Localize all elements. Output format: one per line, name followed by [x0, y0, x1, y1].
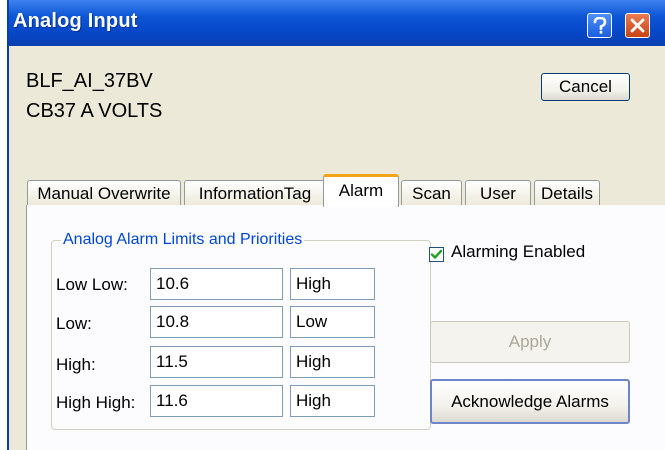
alarm-tab-panel: Analog Alarm Limits and Priorities Low L… [26, 205, 665, 450]
low-low-priority-field[interactable]: High [290, 268, 375, 300]
high-high-label: High High: [56, 393, 136, 412]
tab-alarm[interactable]: Alarm [323, 174, 399, 207]
tab-details[interactable]: Details [534, 180, 600, 206]
help-icon [593, 16, 606, 34]
window-title: Analog Input [13, 10, 138, 32]
cancel-button[interactable]: Cancel [541, 73, 630, 101]
record-name: BLF_AI_37BV [26, 70, 153, 92]
dialog-window: Analog Input BLF_AI_37BV CB37 A VOLTS Ca… [7, 0, 665, 450]
high-high-priority-field[interactable]: High [290, 385, 375, 417]
tab-scan[interactable]: Scan [401, 180, 462, 206]
record-description: CB37 A VOLTS [26, 100, 163, 122]
high-high-value-field[interactable]: 11.6 [150, 385, 283, 417]
low-low-value-field[interactable]: 10.6 [150, 268, 283, 300]
low-priority-field[interactable]: Low [290, 306, 375, 338]
help-button[interactable] [587, 13, 612, 38]
title-bar[interactable]: Analog Input [9, 0, 665, 46]
acknowledge-alarms-button[interactable]: Acknowledge Alarms [430, 379, 630, 424]
high-value-field[interactable]: 11.5 [150, 346, 283, 378]
close-button[interactable] [625, 13, 650, 38]
tab-manual-overwrite[interactable]: Manual Overwrite [27, 180, 181, 206]
alarming-enabled-label[interactable]: Alarming Enabled [451, 242, 585, 262]
tab-information-tag[interactable]: InformationTag [184, 180, 326, 206]
high-priority-field[interactable]: High [290, 346, 375, 378]
tab-user[interactable]: User [465, 180, 531, 206]
checkmark-icon [430, 249, 443, 259]
low-label: Low: [56, 314, 92, 333]
apply-button[interactable]: Apply [430, 321, 630, 363]
close-icon [630, 18, 645, 33]
low-value-field[interactable]: 10.8 [150, 306, 283, 338]
alarm-limits-group-title: Analog Alarm Limits and Priorities [61, 231, 305, 249]
alarming-enabled-checkbox[interactable] [429, 247, 444, 262]
low-low-label: Low Low: [56, 275, 128, 294]
high-label: High: [56, 355, 96, 374]
